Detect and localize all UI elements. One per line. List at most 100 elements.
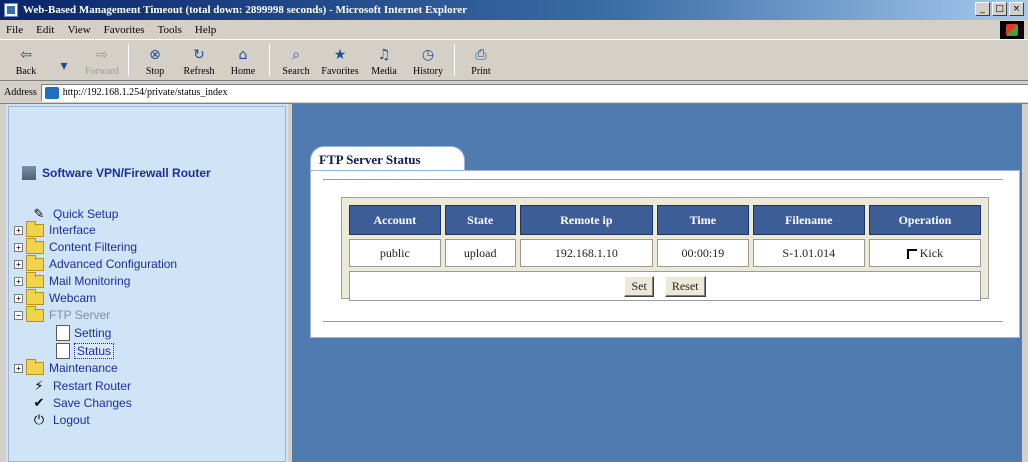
cell-state: upload [444, 239, 516, 267]
sidebar-item-label: FTP Server [49, 308, 111, 322]
reset-button[interactable]: Reset [664, 275, 706, 297]
tree-root[interactable]: Software VPN/Firewall Router [22, 166, 211, 180]
sidebar-item-ftp-server[interactable]: − FTP Server [14, 305, 111, 322]
menu-tools[interactable]: Tools [158, 24, 182, 36]
media-icon: ♫ [377, 47, 391, 63]
sidebar-item-quick-setup[interactable]: ✎ Quick Setup [30, 206, 119, 222]
sidebar-item-restart-router[interactable]: ⚡ Restart Router [30, 378, 131, 394]
toolbar-label: Print [471, 66, 491, 77]
expand-icon[interactable]: + [14, 363, 23, 373]
menu-help[interactable]: Help [195, 24, 216, 36]
page-icon [56, 325, 70, 341]
status-table-frame: Account State Remote ip Time Filename Operati… [341, 197, 989, 301]
page-icon [56, 343, 70, 359]
search-icon: ⌕ [292, 47, 300, 63]
set-button[interactable]: Set [624, 275, 654, 297]
close-button[interactable]: × [1009, 2, 1024, 16]
toolbar-label: Stop [145, 66, 165, 77]
forward-button[interactable]: ⇨ Forward [82, 41, 122, 79]
minimize-button[interactable]: _ [975, 2, 990, 16]
sidebar-item-label: Quick Setup [53, 207, 119, 221]
media-button[interactable]: ♫ Media [364, 41, 404, 79]
cell-account: public [349, 239, 441, 267]
windows-logo-icon [1000, 21, 1024, 39]
toolbar-separator [454, 44, 455, 76]
print-button[interactable]: ⎙ Print [461, 41, 501, 79]
status-panel: Account State Remote ip Time Filename Operati… [310, 170, 1020, 338]
address-field[interactable]: http://192.168.1.254/private/status_inde… [40, 83, 1028, 102]
kick-checkbox[interactable] [906, 248, 917, 259]
main-panel: FTP Server Status Account State Remote ip T… [292, 104, 1022, 462]
window-title-bar[interactable]: Web-Based Management Timeout (total down… [0, 0, 1028, 20]
back-arrow-icon: ⇦ [20, 47, 32, 63]
restart-router-icon: ⚡ [34, 378, 44, 394]
sidebar-item-label: Save Changes [53, 396, 132, 410]
sidebar-item-save-changes[interactable]: ✔ Save Changes [30, 395, 132, 411]
window-controls: _ □ × [975, 2, 1024, 16]
menu-edit[interactable]: Edit [36, 24, 54, 36]
column-header-account: Account [349, 205, 441, 235]
collapse-icon[interactable]: − [14, 310, 23, 320]
home-button[interactable]: ⌂ Home [223, 41, 263, 79]
column-header-time: Time [657, 205, 749, 235]
search-button[interactable]: ⌕ Search [276, 41, 316, 79]
panel-tab: FTP Server Status [310, 146, 465, 172]
toolbar-label: Favorites [321, 66, 359, 77]
expand-icon[interactable]: + [14, 225, 23, 235]
favorites-button[interactable]: ★ Favorites [320, 41, 360, 79]
folder-icon [26, 254, 44, 271]
sidebar-item-webcam[interactable]: + Webcam [14, 288, 97, 305]
sidebar-item-status[interactable]: Status [56, 343, 115, 359]
toolbar-label: Home [230, 66, 256, 77]
table-row: public upload 192.168.1.10 00:00:19 S-1.01.0… [349, 239, 981, 267]
expand-icon[interactable]: + [14, 259, 23, 269]
menu-file[interactable]: File [6, 24, 23, 36]
sidebar-item-mail-monitoring[interactable]: + Mail Monitoring [14, 271, 130, 288]
save-changes-icon: ✔ [33, 395, 45, 411]
folder-icon [26, 220, 44, 237]
menu-view[interactable]: View [67, 24, 90, 36]
expand-icon[interactable]: + [14, 276, 23, 286]
table-header-row: Account State Remote ip Time Filename Operati… [349, 205, 981, 235]
top-divider [323, 179, 1003, 182]
sidebar-item-label: Webcam [49, 291, 97, 305]
kick-label[interactable]: Kick [920, 246, 943, 260]
stop-button[interactable]: ⊗ Stop [135, 41, 175, 79]
favorites-icon: ★ [333, 47, 347, 63]
bottom-divider [323, 321, 1003, 324]
sidebar-item-maintenance[interactable]: + Maintenance [14, 358, 118, 375]
ftp-status-table: Account State Remote ip Time Filename Operati… [345, 201, 985, 305]
router-icon [22, 166, 36, 180]
sidebar-item-advanced-configuration[interactable]: + Advanced Configuration [14, 254, 178, 271]
toolbar-separator [128, 44, 129, 76]
expand-icon[interactable]: + [14, 293, 23, 303]
toolbar-label: Back [15, 66, 37, 77]
refresh-button[interactable]: ↻ Refresh [179, 41, 219, 79]
sidebar-item-label: Restart Router [53, 379, 132, 393]
folder-icon [26, 237, 44, 254]
address-bar: Address http://192.168.1.254/private/sta… [0, 82, 1028, 104]
folder-icon [26, 358, 44, 375]
browser-toolbar: ⇦ Back ▾ ⇨ Forward ⊗ Stop ↻ Refresh ⌂ Home ⌕ Search ★… [0, 41, 1028, 81]
sidebar-item-logout[interactable]: ⏻ Logout [30, 412, 90, 428]
print-icon: ⎙ [475, 47, 487, 63]
sidebar-item-content-filtering[interactable]: + Content Filtering [14, 237, 137, 254]
history-button[interactable]: ◷ History [408, 41, 448, 79]
folder-icon [26, 271, 44, 288]
toolbar-label: History [413, 66, 443, 77]
maximize-button[interactable]: □ [992, 2, 1007, 16]
back-button[interactable]: ⇦ Back [6, 41, 46, 79]
ie-window-icon [4, 3, 18, 17]
cell-filename: S-1.01.014 [752, 239, 865, 267]
cell-operation: Kick [868, 239, 981, 267]
sidebar-item-label: Advanced Configuration [49, 257, 178, 271]
sidebar-item-interface[interactable]: + Interface [14, 220, 96, 237]
page-content: Software VPN/Firewall Router ✎ Quick Setu… [0, 104, 1028, 462]
logout-icon: ⏻ [33, 412, 45, 428]
sidebar-item-setting[interactable]: Setting [56, 325, 111, 341]
address-url[interactable]: http://192.168.1.254/private/status_inde… [63, 87, 228, 98]
cell-remote-ip: 192.168.1.10 [519, 239, 654, 267]
expand-icon[interactable]: + [14, 242, 23, 252]
menu-favorites[interactable]: Favorites [104, 24, 145, 36]
back-dropdown-button[interactable]: ▾ [50, 41, 78, 79]
